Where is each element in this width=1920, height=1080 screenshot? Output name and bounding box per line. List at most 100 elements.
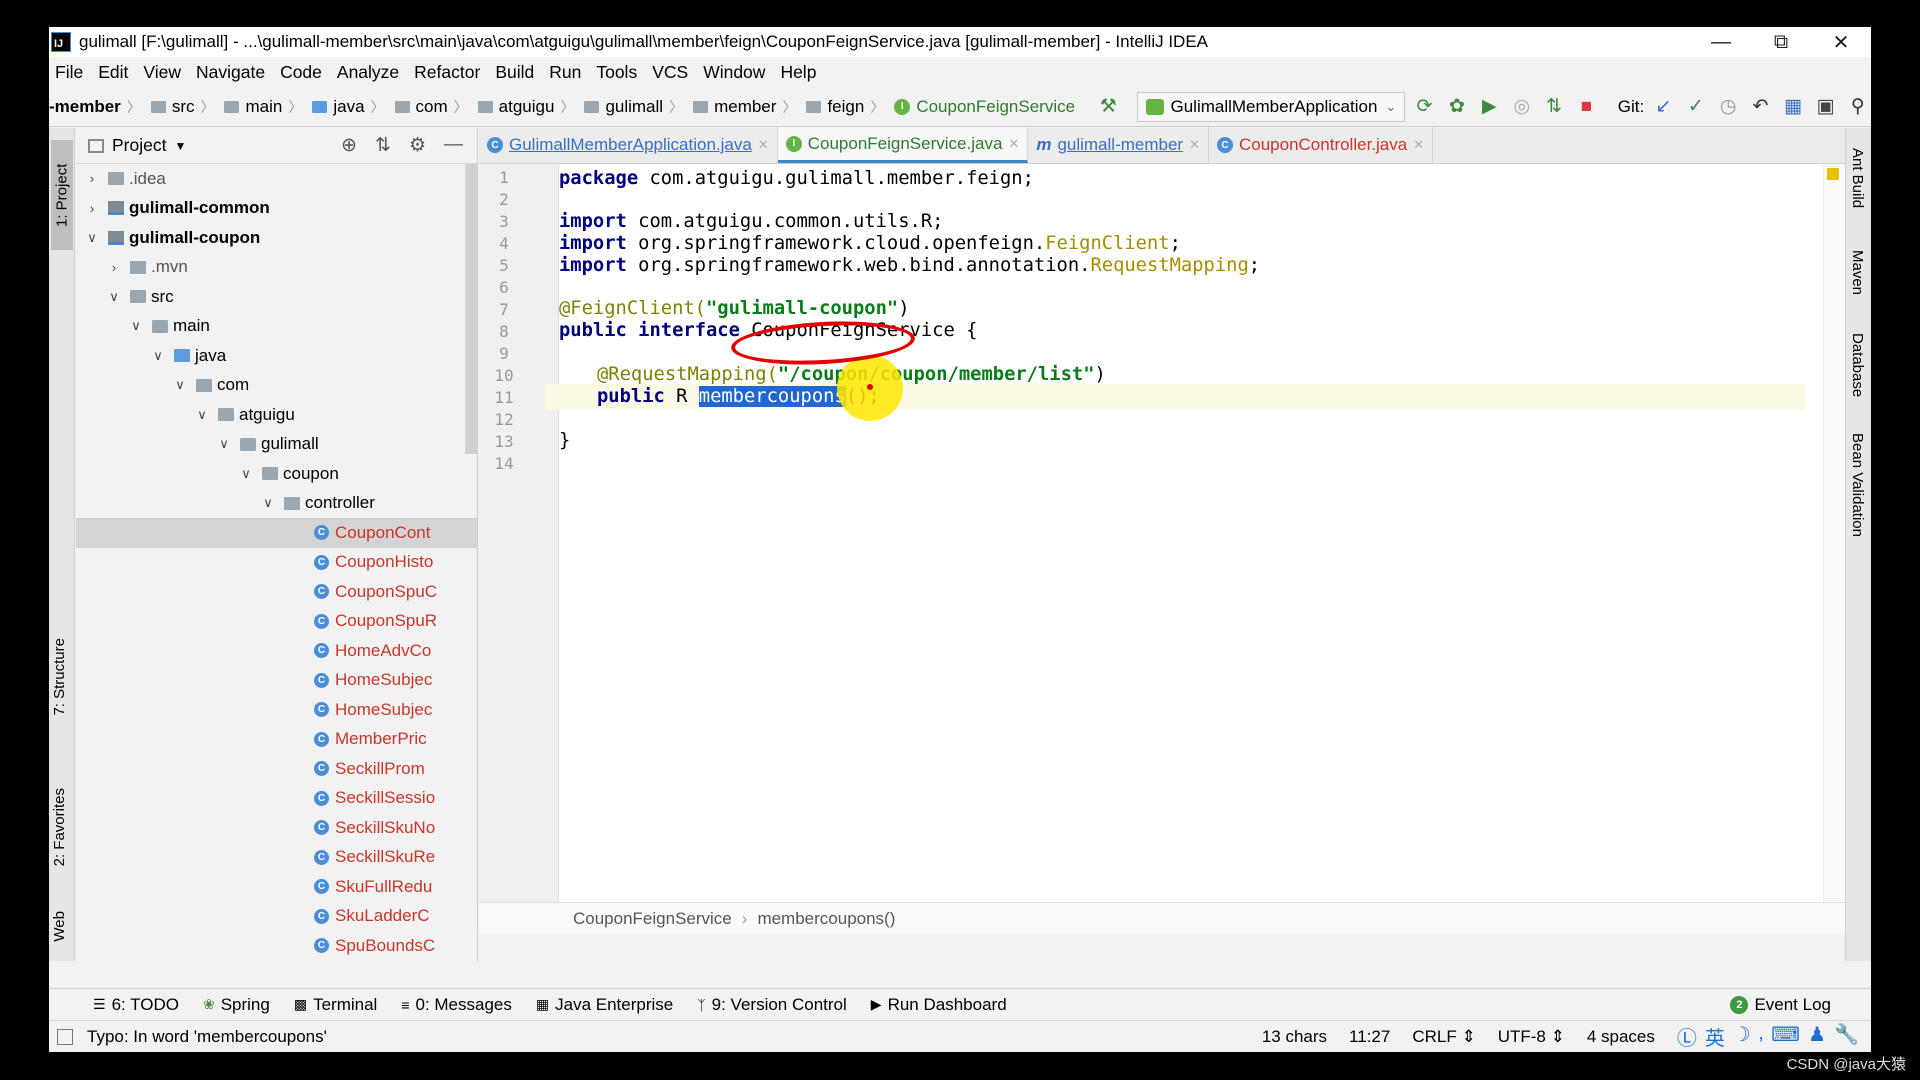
- nav-crumb-file[interactable]: I CouponFeignService: [884, 97, 1075, 117]
- tab-bean-validation[interactable]: Bean Validation: [1849, 433, 1866, 537]
- tool-terminal[interactable]: ▩ Terminal: [294, 995, 377, 1015]
- close-icon[interactable]: ✕: [758, 137, 769, 153]
- status-encoding[interactable]: UTF-8 ⇕: [1498, 1027, 1565, 1047]
- keyboard-icon[interactable]: ⌨: [1771, 1022, 1800, 1051]
- close-icon[interactable]: ✕: [1413, 137, 1424, 153]
- tab-web[interactable]: Web: [51, 911, 68, 942]
- code-line-13[interactable]: }: [559, 428, 570, 454]
- breadcrumb-method[interactable]: membercoupons(): [757, 909, 895, 929]
- tree-item[interactable]: C SeckillSkuNo: [76, 813, 477, 843]
- menu-tools[interactable]: Tools: [596, 62, 637, 83]
- menu-navigate[interactable]: Navigate: [196, 62, 265, 83]
- nav-crumb-java[interactable]: java 〉: [302, 97, 385, 117]
- build-hammer-icon[interactable]: ⚒: [1095, 93, 1121, 121]
- tree-item[interactable]: C CouponHisto: [76, 548, 477, 578]
- tree-item[interactable]: ∨ coupon: [76, 459, 477, 489]
- chevron-right-icon[interactable]: ›: [84, 201, 100, 216]
- tree-item[interactable]: C HomeSubjec: [76, 695, 477, 725]
- menu-vcs[interactable]: VCS: [652, 62, 688, 83]
- tab-coupon-controller[interactable]: C CouponController.java ✕: [1209, 127, 1434, 163]
- run-configuration-select[interactable]: GulimallMemberApplication ⌄: [1137, 91, 1406, 122]
- tree-item[interactable]: ∨ main: [76, 312, 477, 342]
- line-number[interactable]: 12: [479, 410, 529, 429]
- menu-refactor[interactable]: Refactor: [414, 62, 480, 83]
- tree-item[interactable]: C HomeAdvCo: [76, 636, 477, 666]
- tool-todo[interactable]: ☰ 6: TODO: [93, 995, 179, 1015]
- nav-crumb-member[interactable]: member 〉: [683, 97, 796, 117]
- chevron-right-icon[interactable]: ›: [106, 260, 122, 275]
- tab-maven[interactable]: Maven: [1849, 250, 1866, 295]
- nav-crumb-com[interactable]: com 〉: [385, 97, 468, 117]
- search-icon[interactable]: ⚲: [1845, 93, 1871, 121]
- profile-icon[interactable]: ◎: [1509, 93, 1535, 121]
- code-editor[interactable]: 1 2 3 4 5 6 7 8 9 10 11 12 13 14 package com.atguigu.…: [479, 164, 1845, 934]
- status-toggle-icon[interactable]: [57, 1028, 73, 1045]
- project-structure-icon[interactable]: ▦: [1780, 93, 1806, 121]
- nav-crumb-gulimall[interactable]: gulimall 〉: [574, 97, 683, 117]
- line-number[interactable]: 8: [479, 322, 529, 341]
- hide-panel-icon[interactable]: —: [444, 134, 463, 157]
- code-line-5[interactable]: import org.springframework.web.bind.anno…: [559, 253, 1260, 279]
- collapse-all-icon[interactable]: ⇅: [375, 134, 391, 157]
- menu-edit[interactable]: Edit: [98, 62, 128, 83]
- line-number[interactable]: 6: [479, 278, 529, 297]
- tab-database[interactable]: Database: [1849, 333, 1866, 397]
- tab-structure[interactable]: 7: Structure: [51, 638, 68, 716]
- nav-crumb-atguigu[interactable]: atguigu 〉: [468, 97, 574, 117]
- tool-run-dashboard[interactable]: ▶ Run Dashboard: [871, 995, 1007, 1015]
- locate-file-icon[interactable]: ⊕: [341, 134, 357, 157]
- tree-item[interactable]: ∨ controller: [76, 489, 477, 519]
- line-number[interactable]: 9: [479, 344, 529, 363]
- tree-item[interactable]: › .idea: [76, 164, 477, 194]
- punctuation-icon[interactable]: ‚: [1759, 1022, 1763, 1051]
- menu-file[interactable]: File: [55, 62, 83, 83]
- menu-run[interactable]: Run: [549, 62, 581, 83]
- tab-coupon-feign-service[interactable]: I CouponFeignService.java ✕: [777, 127, 1029, 163]
- tab-favorites[interactable]: 2: Favorites: [51, 788, 68, 866]
- minimize-icon[interactable]: —: [1691, 27, 1751, 57]
- tree-item[interactable]: C SeckillProm: [76, 754, 477, 784]
- close-icon[interactable]: ✕: [1189, 137, 1200, 153]
- tree-item[interactable]: ∨ com: [76, 371, 477, 401]
- tree-item[interactable]: C CouponCont: [76, 518, 477, 548]
- tab-gulimall-member[interactable]: m gulimall-member ✕: [1028, 127, 1209, 163]
- menu-window[interactable]: Window: [703, 62, 765, 83]
- ime-logo-icon[interactable]: Ⓛ: [1677, 1022, 1697, 1051]
- chevron-down-icon[interactable]: ∨: [84, 230, 100, 246]
- tree-item[interactable]: › .mvn: [76, 253, 477, 283]
- tab-ant-build[interactable]: Ant Build: [1849, 148, 1866, 208]
- tree-item[interactable]: C SpuBoundsC: [76, 931, 477, 961]
- tree-item[interactable]: ∨ atguigu: [76, 400, 477, 430]
- tree-item[interactable]: ∨ gulimall-coupon: [76, 223, 477, 253]
- chevron-down-icon[interactable]: ∨: [172, 377, 188, 393]
- line-number[interactable]: 11: [479, 388, 529, 407]
- nav-crumb-module[interactable]: -member 〉: [49, 97, 141, 117]
- git-commit-icon[interactable]: ✓: [1683, 93, 1709, 121]
- chevron-down-icon[interactable]: ∨: [150, 348, 166, 364]
- line-number[interactable]: 3: [479, 212, 529, 231]
- tree-item[interactable]: C MemberPric: [76, 725, 477, 755]
- tree-item[interactable]: C CouponSpuR: [76, 607, 477, 637]
- menu-build[interactable]: Build: [495, 62, 534, 83]
- line-number[interactable]: 10: [479, 366, 529, 385]
- coverage-icon[interactable]: ▶: [1476, 93, 1502, 121]
- line-number[interactable]: 2: [479, 190, 529, 209]
- chevron-down-icon[interactable]: ▼: [174, 139, 186, 153]
- menu-code[interactable]: Code: [280, 62, 322, 83]
- close-icon[interactable]: ✕: [1008, 136, 1019, 152]
- breadcrumb-class[interactable]: CouponFeignService: [573, 909, 732, 929]
- event-log-button[interactable]: 2 Event Log: [1730, 995, 1831, 1015]
- tool-messages[interactable]: ≡ 0: Messages: [401, 995, 512, 1015]
- tree-item[interactable]: › gulimall-common: [76, 194, 477, 224]
- code-line-1[interactable]: package com.atguigu.gulimall.member.feig…: [559, 166, 1034, 192]
- chevron-right-icon[interactable]: ›: [84, 171, 100, 186]
- line-number[interactable]: 5: [479, 256, 529, 275]
- git-rollback-icon[interactable]: ↶: [1747, 93, 1773, 121]
- tree-item[interactable]: ›dao: [76, 961, 477, 962]
- tree-item[interactable]: C HomeSubjec: [76, 666, 477, 696]
- close-icon[interactable]: ✕: [1811, 27, 1871, 57]
- menu-help[interactable]: Help: [780, 62, 816, 83]
- ime-lang[interactable]: 英: [1705, 1022, 1725, 1051]
- line-number[interactable]: 14: [479, 454, 529, 473]
- nav-crumb-src[interactable]: src 〉: [141, 97, 214, 117]
